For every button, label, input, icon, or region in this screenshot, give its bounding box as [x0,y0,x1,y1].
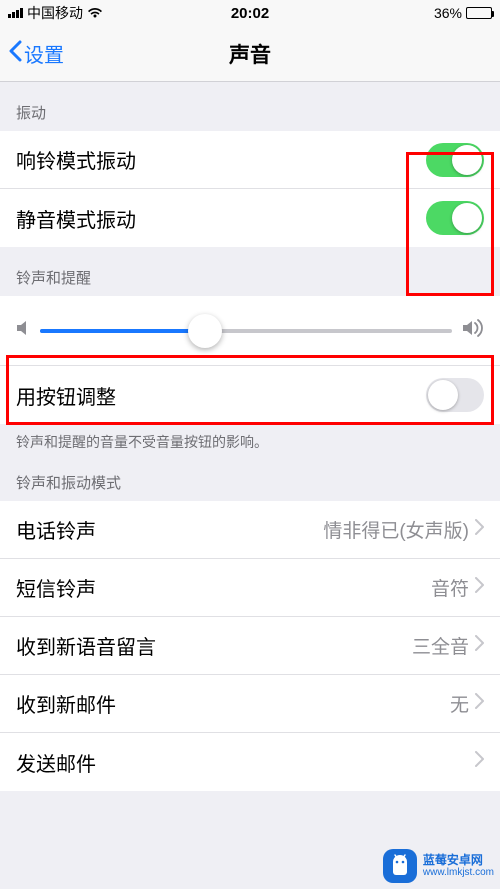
section-header-ringer: 铃声和提醒 [0,247,500,296]
chevron-right-icon [475,751,484,773]
watermark-logo-icon [383,849,417,883]
status-bar: 中国移动 20:02 36% [0,0,500,26]
button-adjust-group: 用按钮调整 [0,366,500,424]
nav-bar: 设置 声音 [0,26,500,82]
voicemail-label: 收到新语音留言 [16,631,156,660]
page-title: 声音 [0,39,500,69]
new-mail-value: 无 [450,690,469,717]
section-header-vibrate: 振动 [0,82,500,131]
volume-slider-row[interactable] [0,296,500,366]
battery-pct: 36% [434,5,462,21]
wifi-icon [87,7,103,19]
button-adjust-label: 用按钮调整 [16,381,116,410]
sms-ringtone-label: 短信铃声 [16,573,96,602]
phone-ringtone-label: 电话铃声 [16,515,96,544]
phone-ringtone-row[interactable]: 电话铃声 情非得已(女声版) [0,501,500,559]
sms-ringtone-row[interactable]: 短信铃声 音符 [0,559,500,617]
phone-ringtone-value: 情非得已(女声版) [323,516,469,543]
status-left: 中国移动 [8,3,103,23]
chevron-right-icon [475,519,484,541]
volume-low-icon [16,319,30,342]
ring-vibrate-label: 响铃模式振动 [16,145,136,174]
new-mail-row[interactable]: 收到新邮件 无 [0,675,500,733]
button-adjust-row[interactable]: 用按钮调整 [0,366,500,424]
button-adjust-switch[interactable] [426,378,484,412]
voicemail-row[interactable]: 收到新语音留言 三全音 [0,617,500,675]
sms-ringtone-value: 音符 [431,574,469,601]
sent-mail-row[interactable]: 发送邮件 [0,733,500,791]
vibrate-group: 响铃模式振动 静音模式振动 [0,131,500,247]
chevron-right-icon [475,577,484,599]
new-mail-label: 收到新邮件 [16,689,116,718]
signal-icon [8,8,23,18]
patterns-group: 电话铃声 情非得已(女声版) 短信铃声 音符 收到新语音留言 三全音 收到新邮件… [0,501,500,791]
watermark-url: www.lmkjst.com [423,867,494,878]
silent-vibrate-label: 静音模式振动 [16,204,136,233]
ringer-footer: 铃声和提醒的音量不受音量按钮的影响。 [0,424,500,452]
status-right: 36% [434,5,492,21]
slider-thumb[interactable] [188,314,222,348]
silent-vibrate-switch[interactable] [426,201,484,235]
ring-vibrate-switch[interactable] [426,143,484,177]
carrier-label: 中国移动 [27,3,83,23]
voicemail-value: 三全音 [412,632,469,659]
chevron-right-icon [475,635,484,657]
ring-vibrate-row[interactable]: 响铃模式振动 [0,131,500,189]
battery-icon [466,7,492,19]
sent-mail-label: 发送邮件 [16,748,96,777]
section-header-patterns: 铃声和振动模式 [0,452,500,501]
watermark: 蓝莓安卓网 www.lmkjst.com [383,849,494,883]
silent-vibrate-row[interactable]: 静音模式振动 [0,189,500,247]
volume-high-icon [462,319,484,342]
watermark-name: 蓝莓安卓网 [423,854,494,867]
chevron-right-icon [475,693,484,715]
volume-slider[interactable] [40,329,452,333]
